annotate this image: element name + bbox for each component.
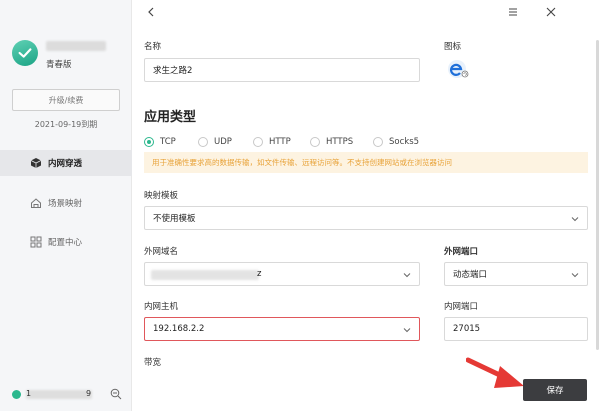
radio-dot — [310, 137, 320, 147]
chevron-down-icon — [571, 273, 579, 278]
radio-https[interactable]: HTTPS — [310, 137, 353, 147]
int-port-label: 内网端口 — [444, 302, 479, 312]
radio-socks5[interactable]: Socks5 — [373, 137, 419, 147]
int-host-value: 192.168.2.2 — [153, 324, 205, 334]
radio-dot — [144, 137, 154, 147]
chevron-down-icon — [571, 217, 579, 222]
sidebar-item-config[interactable]: 配置中心 — [0, 229, 132, 255]
edition-label: 青春版 — [46, 60, 72, 70]
radio-label: TCP — [160, 137, 176, 147]
radio-label: Socks5 — [389, 137, 420, 147]
main-panel: 名称 求生之路2 图标 应用类型 TCP UDP HTTP HTTPS Sock… — [132, 0, 600, 411]
icon-label: 图标 — [444, 42, 462, 52]
template-select[interactable]: 不使用模板 — [144, 206, 588, 230]
ext-port-select[interactable]: 动态端口 — [444, 262, 588, 286]
domain-redacted — [151, 270, 259, 280]
int-host-select[interactable]: 192.168.2.2 — [144, 317, 420, 341]
name-input[interactable]: 求生之路2 — [144, 58, 420, 82]
home-icon — [31, 198, 41, 208]
ext-domain-select[interactable]: z — [144, 262, 420, 286]
scrollbar[interactable] — [596, 40, 599, 350]
name-label: 名称 — [144, 42, 162, 52]
bandwidth-label: 带宽 — [144, 358, 162, 368]
int-host-label: 内网主机 — [144, 302, 179, 312]
sidebar-item-label: 内网穿透 — [48, 159, 83, 169]
username-redacted — [46, 41, 106, 51]
cube-icon — [30, 158, 42, 168]
int-port-input[interactable]: 27015 — [444, 317, 588, 341]
template-label: 映射模板 — [144, 191, 179, 201]
ext-port-label: 外网端口 — [444, 247, 479, 257]
account-id-redacted — [26, 390, 92, 399]
radio-label: HTTP — [269, 137, 291, 147]
ext-domain-label: 外网域名 — [144, 247, 179, 257]
zoom-out-icon[interactable] — [110, 388, 122, 400]
radio-udp[interactable]: UDP — [198, 137, 232, 147]
radio-dot — [198, 137, 208, 147]
app-icon-preview[interactable] — [447, 58, 469, 80]
chevron-left-icon[interactable] — [144, 5, 158, 19]
radio-dot — [253, 137, 263, 147]
app-type-title: 应用类型 — [144, 110, 197, 125]
radio-label: UDP — [214, 137, 232, 147]
sidebar: 青春版 升级/续费 2021-09-19到期 内网穿透 场景映射 配置中心 1 … — [0, 0, 132, 411]
app-logo-icon — [12, 40, 38, 66]
chevron-down-icon — [403, 328, 411, 333]
ext-domain-suffix: z — [257, 269, 262, 279]
sidebar-item-intranet[interactable]: 内网穿透 — [0, 150, 132, 176]
annotation-arrow-icon — [466, 357, 524, 388]
radio-tcp[interactable]: TCP — [144, 137, 176, 147]
radio-dot — [373, 137, 383, 147]
upgrade-button[interactable]: 升级/续费 — [12, 89, 120, 111]
radio-http[interactable]: HTTP — [253, 137, 291, 147]
grid-icon — [30, 236, 42, 248]
chevron-down-icon — [403, 273, 411, 278]
account-id-end: 9 — [86, 389, 92, 398]
account-id-start: 1 — [26, 389, 32, 398]
sidebar-item-scene[interactable]: 场景映射 — [0, 190, 132, 216]
menu-icon[interactable] — [506, 5, 520, 19]
template-value: 不使用模板 — [153, 214, 196, 224]
radio-label: HTTPS — [326, 137, 354, 147]
protocol-notice: 用于准确性要求高的数据传输，如文件传输、远程访问等。不支持创建网站或在浏览器访问 — [144, 152, 588, 173]
expire-date: 2021-09-19到期 — [34, 120, 98, 129]
save-button[interactable]: 保存 — [523, 379, 587, 401]
sidebar-item-label: 配置中心 — [48, 238, 83, 248]
ext-port-value: 动态端口 — [453, 270, 488, 280]
close-icon[interactable] — [544, 5, 558, 19]
sidebar-item-label: 场景映射 — [48, 199, 83, 209]
status-dot-icon — [12, 390, 21, 399]
